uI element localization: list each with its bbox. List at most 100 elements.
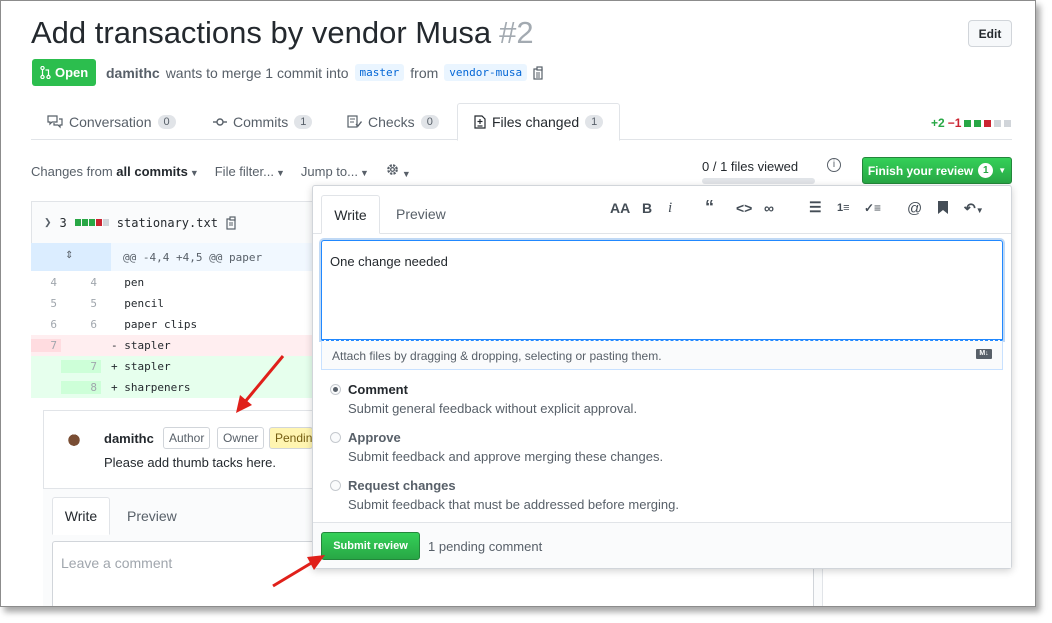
code-text: pen (111, 276, 145, 289)
tab-checks[interactable]: Checks 0 (331, 103, 455, 140)
changes-from-select[interactable]: Changes from all commits ▼ (31, 164, 199, 179)
jump-to-label: Jump to... (300, 163, 358, 179)
code-icon[interactable]: <> (736, 200, 752, 220)
diffstat-block-added (74, 219, 81, 226)
tab-label: Checks (368, 113, 415, 130)
radio-button[interactable] (330, 480, 341, 491)
additions-count: +2 (931, 116, 945, 130)
diffstat-block-added (88, 219, 95, 226)
reply-tab-write[interactable]: Write (52, 497, 110, 535)
comment-author[interactable]: damithc (104, 431, 154, 446)
new-line-number[interactable]: 7 (61, 360, 101, 373)
chevron-down-icon: ▼ (401, 169, 411, 179)
review-tab-write[interactable]: Write (321, 195, 380, 234)
reply-tab-preview[interactable]: Preview (127, 508, 177, 524)
pr-number: #2 (499, 15, 534, 50)
radio-button[interactable] (330, 384, 341, 395)
tab-label: Files changed (492, 114, 580, 130)
file-name[interactable]: stationary.txt (117, 216, 218, 230)
pr-author[interactable]: damithc (106, 65, 160, 81)
text-size-icon[interactable]: AA (610, 200, 630, 220)
diffstat-block-deleted (95, 219, 102, 226)
unordered-list-icon[interactable]: ☰ (809, 199, 822, 219)
files-viewed-text: 0 / 1 files viewed (702, 159, 799, 174)
deletions-count: −1 (947, 116, 962, 130)
review-tab-preview[interactable]: Preview (396, 206, 446, 222)
checklist-icon (347, 115, 362, 128)
new-line-number[interactable]: 5 (61, 297, 101, 310)
annotation-arrow-icon (272, 555, 325, 588)
head-branch[interactable]: vendor-musa (444, 64, 528, 81)
settings-select[interactable]: ▼ (385, 162, 411, 180)
finish-review-button[interactable]: Finish your review 1 ▼ (862, 157, 1012, 184)
diff-toolbar: Changes from all commits ▼ File filter...… (31, 162, 411, 180)
diffstat-block-added (964, 119, 972, 127)
bookmark-icon[interactable] (937, 200, 949, 220)
new-line-number[interactable]: 6 (61, 318, 101, 331)
pull-request-icon (40, 66, 51, 79)
bold-icon[interactable]: B (642, 200, 652, 220)
comment-body: Please add thumb tacks here. (104, 455, 276, 470)
from-text: from (410, 64, 439, 81)
file-diffstat (74, 219, 109, 226)
chevron-down-icon: ▼ (189, 167, 199, 178)
base-branch[interactable]: master (354, 64, 405, 81)
pr-title-text: Add transactions by vendor Musa (31, 15, 492, 50)
attach-files-hint[interactable]: Attach files by dragging & dropping, sel… (321, 340, 1003, 370)
copy-icon[interactable] (533, 65, 546, 80)
tab-label: Commits (233, 113, 289, 130)
old-line-number[interactable]: 4 (31, 276, 61, 289)
option-title: Request changes (348, 478, 456, 493)
info-icon[interactable]: i (827, 158, 841, 172)
chevron-down-icon: ▼ (998, 166, 1007, 175)
ordered-list-icon[interactable]: 1≡ (837, 202, 850, 222)
diffstat-block-neutral (994, 119, 1002, 127)
annotation-arrow-icon (236, 355, 285, 413)
option-description: Submit feedback that must be addressed b… (348, 497, 679, 512)
jump-to-select[interactable]: Jump to... ▼ (301, 164, 369, 179)
file-filter-select[interactable]: File filter... ▼ (215, 164, 285, 179)
code-text: + sharpeners (111, 381, 191, 394)
old-line-number[interactable]: 7 (31, 339, 61, 352)
tab-conversation[interactable]: Conversation 0 (31, 103, 192, 140)
diffstat-block-neutral (102, 219, 109, 226)
copy-icon[interactable] (226, 215, 239, 230)
file-filter-label: File filter... (214, 163, 274, 179)
pending-label: Pending (269, 427, 313, 449)
tab-commits[interactable]: Commits 1 (197, 103, 328, 140)
avatar[interactable] (63, 431, 85, 457)
italic-icon[interactable]: i (668, 200, 672, 220)
quote-icon[interactable]: “ (705, 197, 714, 217)
author-label: Author (163, 427, 211, 449)
markdown-icon[interactable]: M↓ (976, 349, 992, 359)
diffstat-block-added (974, 119, 982, 127)
new-line-number[interactable]: 8 (61, 381, 101, 394)
tab-label: Conversation (69, 113, 152, 130)
option-description: Submit general feedback without explicit… (348, 401, 638, 416)
submit-review-button[interactable]: Submit review (321, 532, 420, 560)
option-description: Submit feedback and approve merging thes… (348, 449, 664, 464)
review-body-input[interactable]: One change needed (321, 240, 1003, 340)
mention-icon[interactable]: @ (907, 200, 922, 220)
diff-line: 44 pen (31, 272, 313, 293)
radio-button[interactable] (330, 432, 341, 443)
old-line-number[interactable]: 5 (31, 297, 61, 310)
tab-files-changed[interactable]: Files changed 1 (457, 103, 621, 141)
screenshot-frame: Add transactions by vendor Musa #2 Edit O… (0, 0, 1036, 607)
link-icon[interactable]: ∞ (764, 200, 774, 220)
diffstat: +2 −1 (931, 116, 1012, 130)
diffstat-block-added (81, 219, 88, 226)
expand-lines[interactable]: ⇕ (31, 243, 111, 271)
divider (313, 233, 1011, 234)
old-line-number[interactable]: 6 (31, 318, 61, 331)
reply-icon[interactable]: ↶▼ (964, 200, 984, 220)
new-line-number[interactable]: 4 (61, 276, 101, 289)
collapse-chevron-icon[interactable]: ❯ (44, 217, 52, 228)
tab-counter: 1 (294, 114, 313, 129)
divider (822, 564, 823, 606)
code-text: + stapler (111, 360, 171, 373)
diff-line: 66 paper clips (31, 314, 313, 335)
task-list-icon[interactable]: ✓≡ (864, 201, 881, 221)
pr-meta: damithc wants to merge 1 commit into mas… (106, 64, 546, 81)
edit-button[interactable]: Edit (968, 20, 1012, 47)
